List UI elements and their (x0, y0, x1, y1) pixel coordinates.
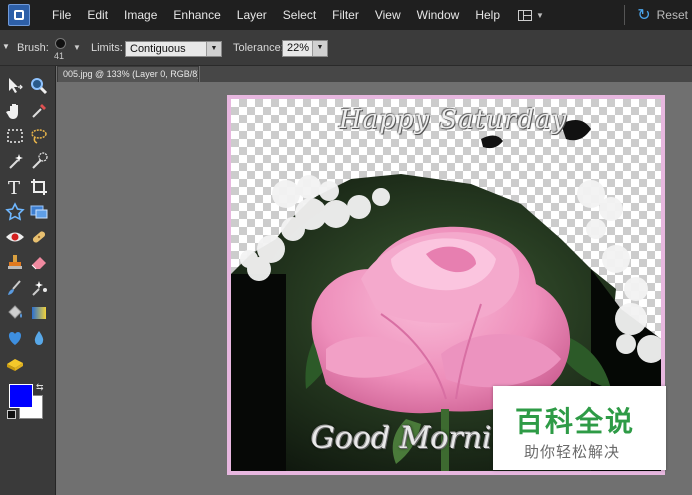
tolerance-value: 22% (287, 42, 310, 54)
reset-label: Reset (656, 8, 688, 22)
eyedropper-icon[interactable] (29, 101, 49, 121)
menu-window[interactable]: Window (409, 0, 468, 30)
tolerance-label: Tolerance: (233, 42, 284, 54)
watermark-title: 百科全说 (515, 406, 636, 437)
reset-icon: ↻ (637, 7, 651, 24)
layout-icon (518, 9, 532, 21)
custom-shape-icon[interactable] (5, 328, 25, 348)
brush-preview-icon[interactable] (55, 38, 66, 49)
menu-edit[interactable]: Edit (79, 0, 116, 30)
tab-strip (200, 66, 692, 82)
menu-bar: File Edit Image Enhance Layer Select Fil… (0, 0, 692, 30)
menu-enhance[interactable]: Enhance (165, 0, 228, 30)
zoom-icon[interactable] (29, 76, 49, 96)
document-tab[interactable]: 005.jpg @ 133% (Layer 0, RGB/8) * (57, 66, 199, 82)
brush-icon[interactable] (5, 278, 25, 298)
chevron-down-icon: ▼ (206, 42, 221, 56)
svg-text:T: T (8, 178, 20, 197)
main-menu: File Edit Image Enhance Layer Select Fil… (44, 0, 508, 30)
limits-value: Contiguous (130, 43, 186, 55)
chevron-down-icon: ▼ (536, 10, 544, 20)
swap-colors-icon[interactable]: ⇆ (36, 382, 44, 393)
tools-panel: T ⇆ (0, 66, 56, 495)
watermark-badge: 百科全说 助你轻松解决 (493, 386, 666, 470)
eraser-icon[interactable] (29, 252, 49, 272)
quick-selection-icon[interactable] (29, 151, 49, 171)
menu-filter[interactable]: Filter (324, 0, 367, 30)
workspace-layout-button[interactable]: ▼ (518, 9, 544, 21)
spot-healing-icon[interactable] (29, 227, 49, 247)
options-menu-icon[interactable]: ▼ (2, 42, 10, 51)
crop-icon[interactable] (29, 177, 49, 197)
foreground-color-swatch[interactable] (9, 384, 33, 408)
chevron-down-icon: ▼ (312, 41, 327, 56)
brush-label: Brush: (17, 42, 49, 54)
menu-image[interactable]: Image (116, 0, 165, 30)
smart-brush-icon[interactable] (29, 278, 49, 298)
app-logo-icon[interactable] (8, 4, 30, 26)
menu-file[interactable]: File (44, 0, 79, 30)
brush-picker-chevron-icon[interactable]: ▼ (73, 43, 81, 52)
tool-options-bar: ▼ Brush: 41 ▼ Limits: Contiguous ▼ Toler… (0, 30, 692, 66)
canvas-top-text: Happy Saturday (339, 105, 568, 135)
limits-select[interactable]: Contiguous ▼ (125, 41, 222, 57)
gradient-icon[interactable] (29, 303, 49, 323)
paint-bucket-icon[interactable] (5, 303, 25, 323)
blur-icon[interactable] (29, 328, 49, 348)
sponge-icon[interactable] (5, 353, 25, 373)
recompose-icon[interactable] (29, 202, 49, 222)
brush-size-value: 41 (54, 51, 65, 61)
lasso-icon[interactable] (29, 126, 49, 146)
watermark-subtitle: 助你轻松解决 (524, 444, 621, 461)
marquee-icon[interactable] (5, 126, 25, 146)
type-icon[interactable]: T (5, 177, 25, 197)
menu-layer[interactable]: Layer (229, 0, 275, 30)
reset-button[interactable]: ↻ Reset (637, 5, 688, 25)
limits-label: Limits: (91, 42, 123, 54)
cookie-cutter-icon[interactable] (5, 202, 25, 222)
menu-separator (624, 5, 626, 25)
tolerance-input[interactable]: 22% ▼ (282, 40, 328, 57)
menu-select[interactable]: Select (275, 0, 324, 30)
menu-help[interactable]: Help (467, 0, 508, 30)
clone-stamp-icon[interactable] (5, 252, 25, 272)
move-icon[interactable] (5, 76, 25, 96)
magic-wand-icon[interactable] (5, 151, 25, 171)
default-colors-icon[interactable] (7, 410, 16, 419)
hand-icon[interactable] (5, 101, 25, 121)
menu-view[interactable]: View (367, 0, 409, 30)
red-eye-icon[interactable] (5, 227, 25, 247)
